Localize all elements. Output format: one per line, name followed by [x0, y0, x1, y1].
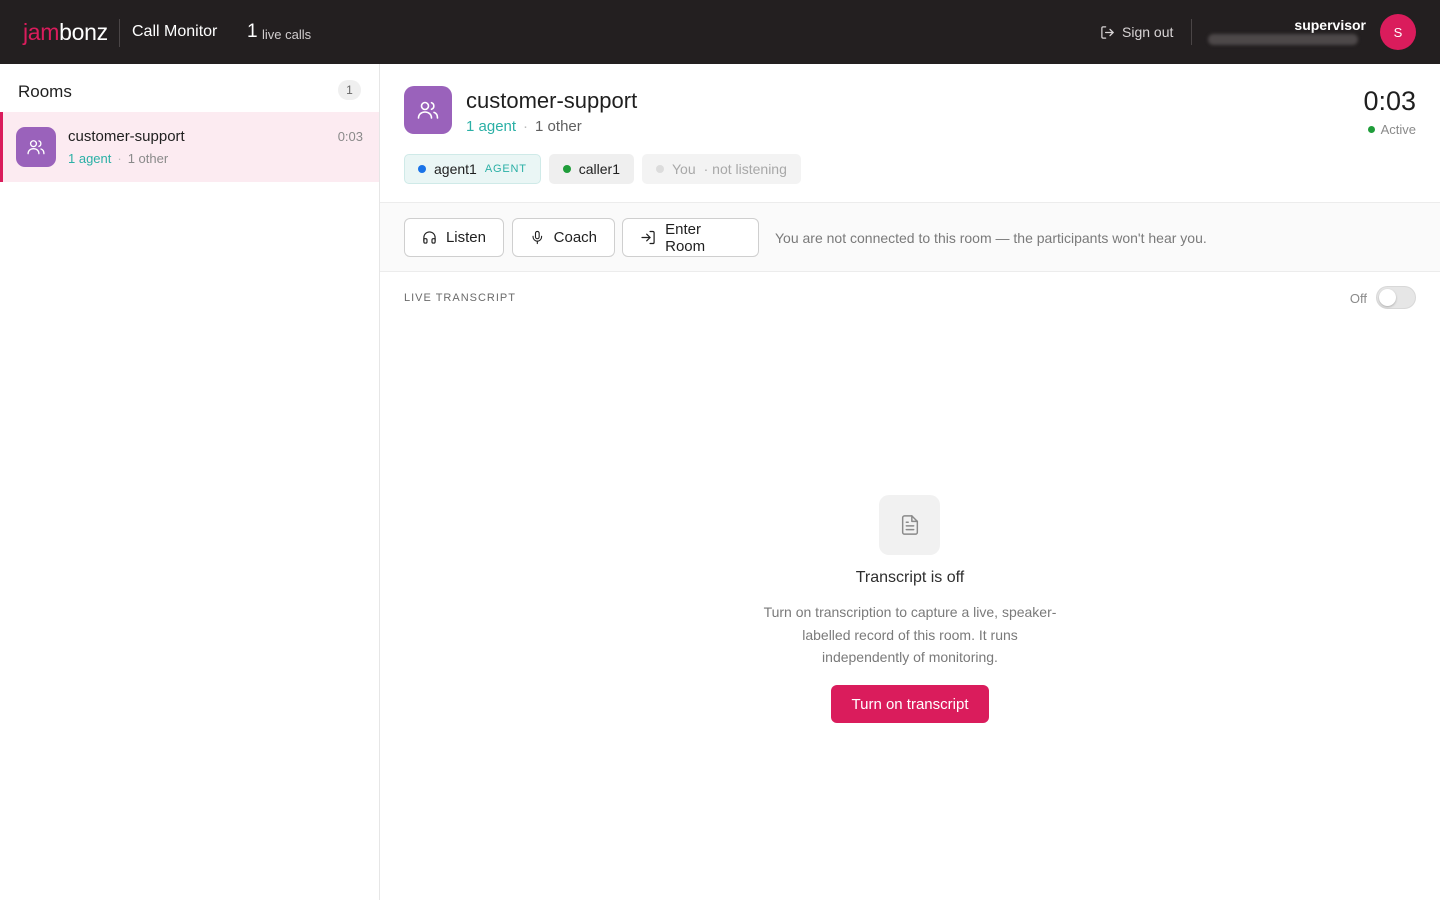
live-transcript-heading: LIVE TRANSCRIPT	[404, 292, 516, 304]
transcript-toggle[interactable]	[1376, 286, 1416, 309]
headphones-icon	[423, 231, 436, 244]
room-duration: 0:03	[337, 129, 363, 144]
live-calls-label: live calls	[262, 27, 312, 42]
room-list-item[interactable]: customer-support 1 agent · 1 other 0:03	[0, 112, 379, 182]
transcript-toggle-state: Off	[1349, 291, 1367, 306]
separator-dot: ·	[523, 118, 529, 135]
room-detail-panel: customer-support 1 agent · 1 other 0:03 Ac…	[380, 64, 1440, 900]
connection-note: You are not connected to this room — the…	[775, 230, 1207, 246]
separator-dot: ·	[117, 151, 122, 166]
participant-chip-caller: caller1	[548, 154, 634, 184]
participant-name: caller1	[578, 161, 620, 177]
sign-out-button[interactable]: Sign out	[1100, 24, 1173, 40]
rooms-heading: Rooms	[18, 82, 72, 101]
logo-part-bonz: bonz	[59, 19, 108, 45]
sign-out-icon	[1101, 25, 1114, 39]
call-timer: 0:03	[1363, 86, 1416, 116]
room-summary: 1 agent · 1 other	[466, 118, 582, 135]
live-calls-count: 1	[247, 21, 258, 42]
coach-label: Coach	[553, 229, 597, 246]
turn-on-transcript-button[interactable]: Turn on transcript	[831, 685, 989, 723]
empty-state-title: Transcript is off	[855, 569, 965, 586]
participant-chip-you: You · not listening	[641, 154, 801, 184]
participant-role-badge: AGENT	[484, 163, 527, 175]
sign-out-label: Sign out	[1122, 24, 1174, 40]
empty-state-description: Turn on transcription to capture a live,…	[763, 604, 1057, 665]
room-title: customer-support	[466, 88, 638, 113]
rooms-count-badge: 1	[338, 80, 361, 100]
document-icon	[879, 495, 940, 555]
logo-part-jam: jam	[23, 19, 60, 45]
enter-room-label: Enter Room	[665, 220, 706, 255]
participant-dot	[562, 165, 571, 173]
participant-name: agent1	[434, 161, 477, 177]
header-divider-2	[1191, 19, 1192, 45]
listen-label: Listen	[445, 229, 486, 246]
top-bar: jambonz Call Monitor 1 live calls Sign o…	[0, 0, 1440, 64]
room-agent-count: 1 agent	[466, 118, 517, 135]
participant-note: · not listening	[703, 161, 787, 177]
status-label: Active	[1380, 122, 1416, 137]
room-name: customer-support	[68, 128, 185, 145]
participant-dot	[655, 165, 664, 173]
monitor-actions-bar: Listen Coach Enter Room You are not conn…	[380, 202, 1440, 272]
status-indicator: Active	[1367, 122, 1416, 137]
participant-dot	[418, 165, 426, 173]
enter-icon	[641, 230, 655, 245]
room-meta: 1 agent · 1 other	[68, 151, 168, 166]
participant-name: You	[671, 161, 696, 177]
listen-button[interactable]: Listen	[404, 218, 504, 257]
toggle-knob	[1379, 289, 1396, 306]
participant-chips: agent1 AGENT caller1 You · not listening	[404, 154, 801, 184]
rooms-sidebar: Rooms 1 customer-support 1 agent · 1 other…	[0, 64, 380, 900]
user-email-redacted	[1208, 34, 1358, 45]
users-icon	[404, 86, 452, 134]
app-title: Call Monitor	[132, 23, 218, 40]
user-name: supervisor	[1294, 17, 1366, 33]
jambonz-logo[interactable]: jambonz	[23, 18, 108, 46]
participant-chip-agent: agent1 AGENT	[404, 154, 541, 184]
coach-button[interactable]: Coach	[512, 218, 615, 257]
room-other-count: 1 other	[127, 151, 169, 166]
microphone-icon	[532, 230, 543, 245]
room-agent-count: 1 agent	[68, 151, 112, 166]
enter-room-button[interactable]: Enter Room	[622, 218, 759, 257]
status-dot	[1367, 126, 1375, 133]
users-icon	[16, 127, 56, 167]
header-divider	[119, 19, 120, 47]
avatar[interactable]: S	[1380, 14, 1416, 50]
room-other-count: 1 other	[535, 118, 582, 135]
